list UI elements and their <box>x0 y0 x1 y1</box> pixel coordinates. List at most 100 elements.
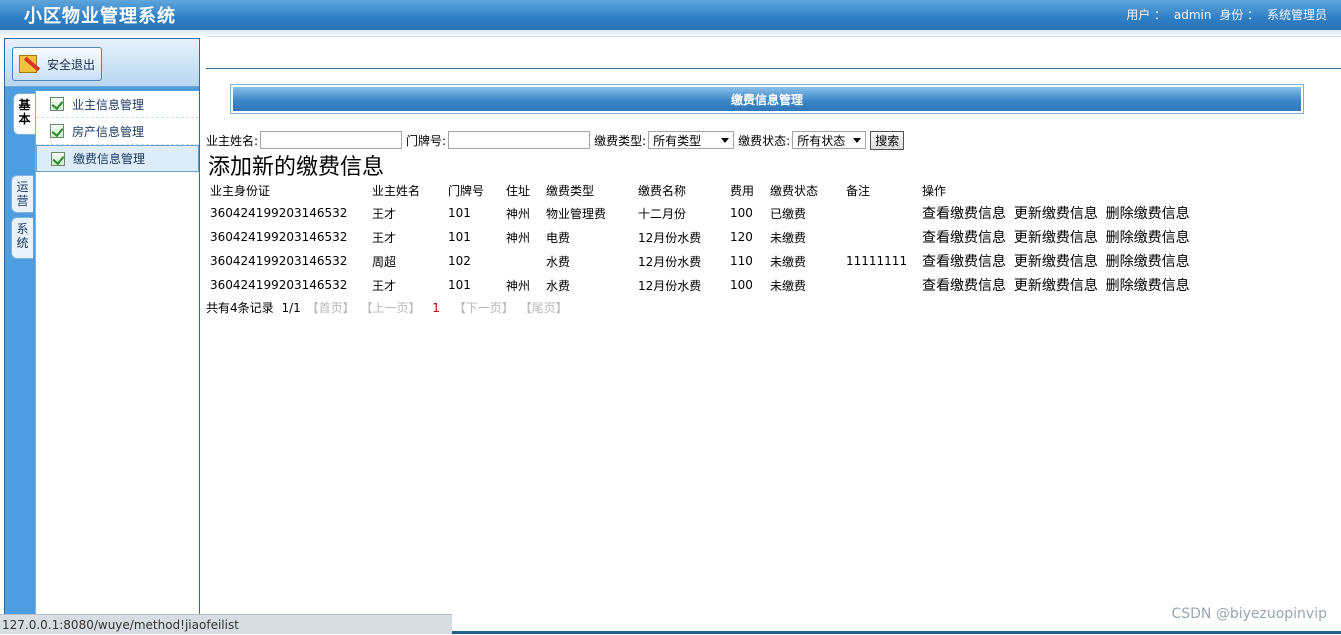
table-row: 360424199203146532 王才 101 神州 物业管理费 十二月份 … <box>206 201 1218 225</box>
record-count: 共有4条记录 <box>206 301 274 315</box>
update-fee-link[interactable]: 更新缴费信息 <box>1014 278 1098 294</box>
cell-amount: 120 <box>730 230 753 244</box>
delete-fee-link[interactable]: 删除缴费信息 <box>1106 206 1190 222</box>
user-name: admin <box>1173 8 1212 22</box>
table-header-row: 业主身份证 业主姓名 门牌号 住址 缴费类型 缴费名称 费用 缴费状态 备注 操… <box>206 179 1218 201</box>
chevron-down-icon <box>853 137 862 143</box>
cell-note: 11111111 <box>846 254 908 268</box>
next-page-link[interactable]: 【下一页】 <box>454 301 514 315</box>
cell-id-card: 360424199203146532 <box>210 254 348 268</box>
col-amount: 费用 <box>730 183 755 198</box>
owner-name-input[interactable] <box>260 131 403 149</box>
logout-label: 安全退出 <box>47 57 96 72</box>
cell-amount: 100 <box>730 206 753 220</box>
col-actions: 操作 <box>922 183 947 198</box>
sidebar-item-owner[interactable]: 业主信息管理 <box>36 91 199 118</box>
view-fee-link[interactable]: 查看缴费信息 <box>922 230 1006 246</box>
top-bar: 小区物业管理系统 用户 ： admin 身份 ： 系统管理员 <box>0 0 1341 30</box>
cell-door: 101 <box>448 278 471 292</box>
update-fee-link[interactable]: 更新缴费信息 <box>1014 230 1098 246</box>
cell-owner-name: 王才 <box>372 230 397 245</box>
col-fee-type: 缴费类型 <box>546 183 595 198</box>
cell-actions: 查看缴费信息 更新缴费信息 删除缴费信息 <box>918 201 1218 225</box>
cell-fee-name: 十二月份 <box>638 206 687 221</box>
page-indicator: 1/1 <box>281 301 301 315</box>
cell-status: 未缴费 <box>770 254 807 269</box>
view-fee-link[interactable]: 查看缴费信息 <box>922 254 1006 270</box>
col-door: 门牌号 <box>448 183 485 198</box>
cell-fee-name: 12月份水费 <box>638 254 702 269</box>
sidebar-item-label: 房产信息管理 <box>72 124 145 139</box>
checkbox-icon <box>50 97 64 111</box>
sidebar-item-fees[interactable]: 缴费信息管理 <box>36 145 199 172</box>
cell-amount: 100 <box>730 278 753 292</box>
app-title: 小区物业管理系统 <box>24 6 176 27</box>
cell-note <box>842 225 918 249</box>
first-page-link[interactable]: 【首页】 <box>307 301 355 315</box>
tab-system[interactable]: 系统 <box>11 217 33 259</box>
logout-area: 安全退出 <box>5 39 199 87</box>
user-role: 系统管理员 <box>1266 8 1327 22</box>
edit-icon <box>17 53 41 75</box>
tab-operation[interactable]: 运营 <box>11 175 33 213</box>
col-status: 缴费状态 <box>770 183 819 198</box>
tab-basic-label: 基本 <box>18 98 31 126</box>
user-info: 用户 ： admin 身份 ： 系统管理员 <box>1122 6 1327 23</box>
col-note: 备注 <box>846 183 871 198</box>
checkbox-icon <box>50 124 64 138</box>
sidebar-item-label: 业主信息管理 <box>72 97 145 112</box>
cell-address: 神州 <box>506 206 531 221</box>
fee-status-selected: 所有状态 <box>797 133 846 148</box>
col-owner-name: 业主姓名 <box>372 183 421 198</box>
cell-address: 神州 <box>506 230 531 245</box>
delete-fee-link[interactable]: 删除缴费信息 <box>1106 278 1190 294</box>
fee-type-select[interactable]: 所有类型 <box>648 131 735 149</box>
cell-note <box>842 201 918 225</box>
fee-type-label: 缴费类型: <box>594 133 647 148</box>
current-page[interactable]: 1 <box>432 301 440 315</box>
cell-actions: 查看缴费信息 更新缴费信息 删除缴费信息 <box>918 273 1218 297</box>
last-page-link[interactable]: 【尾页】 <box>520 301 568 315</box>
table-row: 360424199203146532 周超 102 水费 12月份水费 110 … <box>206 249 1218 273</box>
door-no-input[interactable] <box>448 131 591 149</box>
user-label: 用户 ： <box>1126 8 1167 22</box>
update-fee-link[interactable]: 更新缴费信息 <box>1014 254 1098 270</box>
delete-fee-link[interactable]: 删除缴费信息 <box>1106 230 1190 246</box>
pagination: 共有4条记录 1/1 【首页】 【上一页】 1 【下一页】 【尾页】 <box>206 299 568 316</box>
cell-fee-name: 12月份水费 <box>638 230 702 245</box>
tab-basic[interactable]: 基本 <box>13 93 35 135</box>
update-fee-link[interactable]: 更新缴费信息 <box>1014 206 1098 222</box>
cell-fee-name: 12月份水费 <box>638 278 702 293</box>
fee-status-select[interactable]: 所有状态 <box>792 131 867 149</box>
checkbox-icon <box>51 151 65 166</box>
sidebar-menu: 业主信息管理 房产信息管理 缴费信息管理 <box>35 91 199 617</box>
delete-fee-link[interactable]: 删除缴费信息 <box>1106 254 1190 270</box>
panel-header: 缴费信息管理 <box>230 84 1304 114</box>
cell-status: 已缴费 <box>770 206 807 221</box>
sidebar-item-label: 缴费信息管理 <box>73 152 146 166</box>
door-no-label: 门牌号: <box>406 133 447 148</box>
cell-owner-name: 周超 <box>372 254 397 269</box>
sidebar-item-property[interactable]: 房产信息管理 <box>36 118 199 145</box>
role-label: 身份 ： <box>1219 8 1260 22</box>
view-fee-link[interactable]: 查看缴费信息 <box>922 206 1006 222</box>
add-fee-link[interactable]: 添加新的缴费信息 <box>208 149 384 181</box>
panel-title: 缴费信息管理 <box>233 87 1301 111</box>
cell-door: 102 <box>448 254 471 268</box>
cell-owner-name: 王才 <box>372 206 397 221</box>
cell-status: 未缴费 <box>770 278 807 293</box>
prev-page-link[interactable]: 【上一页】 <box>360 301 420 315</box>
logout-button[interactable]: 安全退出 <box>12 47 102 81</box>
search-button[interactable]: 搜索 <box>870 130 905 150</box>
main-content: 缴费信息管理 业主姓名: 门牌号: 缴费类型: 所有类型 缴费状态: 所有状态 … <box>206 68 1341 634</box>
search-bar: 业主姓名: 门牌号: 缴费类型: 所有类型 缴费状态: 所有状态 搜索 <box>206 130 905 150</box>
cell-amount: 110 <box>730 254 753 268</box>
cell-fee-type: 电费 <box>546 230 571 245</box>
view-fee-link[interactable]: 查看缴费信息 <box>922 278 1006 294</box>
sidebar: 安全退出 基本 运营 系统 业主信息管理 房产信息管理 缴费信息管理 <box>4 38 200 618</box>
fee-table: 业主身份证 业主姓名 门牌号 住址 缴费类型 缴费名称 费用 缴费状态 备注 操… <box>206 179 1218 297</box>
col-fee-name: 缴费名称 <box>638 183 687 198</box>
col-id-card: 业主身份证 <box>210 183 271 198</box>
table-row: 360424199203146532 王才 101 神州 电费 12月份水费 1… <box>206 225 1218 249</box>
owner-name-label: 业主姓名: <box>206 133 259 148</box>
